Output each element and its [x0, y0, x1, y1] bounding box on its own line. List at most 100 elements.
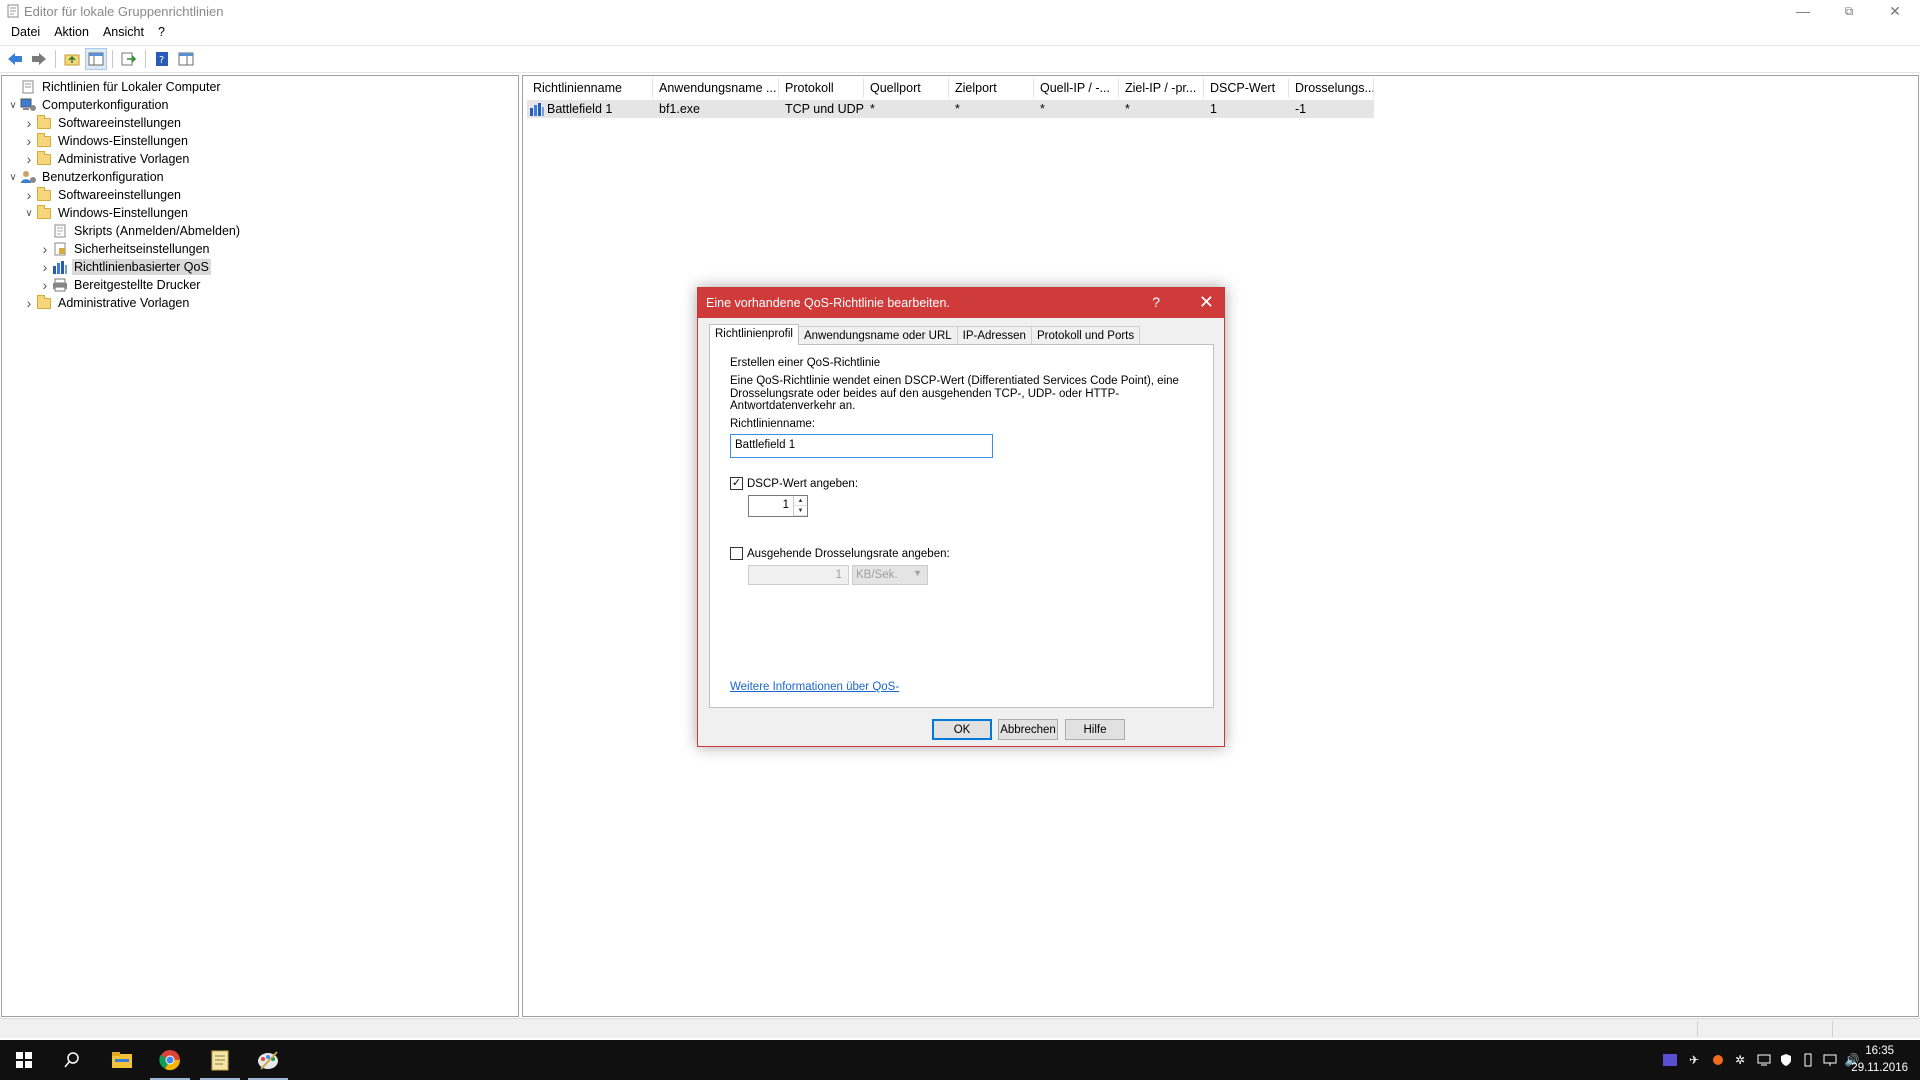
- close-window-button[interactable]: ✕: [1872, 0, 1918, 22]
- throttle-unit: KB/Sek.: [856, 569, 898, 581]
- tray-shield-icon[interactable]: [1778, 1052, 1794, 1068]
- start-button[interactable]: [0, 1040, 48, 1080]
- tray-network-icon[interactable]: [1822, 1052, 1838, 1068]
- taskbar-chrome[interactable]: [146, 1040, 194, 1080]
- tray-origin-icon[interactable]: [1710, 1052, 1726, 1068]
- chevron-right-icon[interactable]: ›: [38, 241, 52, 257]
- tab-richtlinienprofil[interactable]: Richtlinienprofil: [709, 324, 799, 345]
- help-button[interactable]: ?: [151, 48, 173, 70]
- chevron-right-icon[interactable]: ›: [22, 295, 36, 311]
- taskbar-clock[interactable]: 16:35 29.11.2016: [1851, 1043, 1908, 1077]
- tree-item[interactable]: › Sicherheitseinstellungen: [6, 240, 242, 258]
- panel-heading: Erstellen einer QoS-Richtlinie: [730, 357, 881, 369]
- folder-icon: [36, 186, 52, 202]
- tree-item[interactable]: Skripts (Anmelden/Abmelden): [6, 222, 242, 240]
- cell-dest-port: *: [955, 102, 960, 116]
- column-header-app[interactable]: Anwendungsname ...: [653, 78, 779, 98]
- chevron-right-icon[interactable]: ›: [38, 259, 52, 275]
- search-button[interactable]: [48, 1040, 96, 1080]
- status-divider: [1832, 1021, 1833, 1037]
- tree-item[interactable]: ∨ Computerkonfiguration: [6, 96, 242, 114]
- windows-logo-icon: [16, 1052, 32, 1068]
- column-header-dscp[interactable]: DSCP-Wert: [1204, 78, 1289, 98]
- restore-button[interactable]: ⧉: [1826, 0, 1872, 22]
- tab-anwendungsname[interactable]: Anwendungsname oder URL: [797, 326, 958, 345]
- tree-item[interactable]: › Windows-Einstellungen: [6, 132, 242, 150]
- qos-info-link[interactable]: Weitere Informationen über QoS-: [730, 681, 899, 693]
- chevron-right-icon[interactable]: ›: [22, 187, 36, 203]
- up-folder-button[interactable]: [61, 48, 83, 70]
- clock-time: 16:35: [1865, 1045, 1895, 1057]
- search-icon: [64, 1052, 79, 1068]
- minimize-button[interactable]: —: [1780, 0, 1826, 22]
- chevron-down-icon[interactable]: ∨: [6, 98, 20, 112]
- tray-network-monitor-icon[interactable]: [1756, 1052, 1772, 1068]
- tree-item[interactable]: Richtlinien für Lokaler Computer: [6, 78, 242, 96]
- qos-policy-icon: [530, 103, 544, 116]
- tree-item[interactable]: › Bereitgestellte Drucker: [6, 276, 242, 294]
- taskbar-group-policy-editor[interactable]: [196, 1040, 244, 1080]
- menu-ansicht[interactable]: Ansicht: [96, 23, 151, 43]
- column-header-source-ip[interactable]: Quell-IP / -...: [1034, 78, 1119, 98]
- cell-name: Battlefield 1: [547, 102, 613, 116]
- file-explorer-icon: [112, 1052, 132, 1068]
- column-header-dest-ip[interactable]: Ziel-IP / -pr...: [1119, 78, 1204, 98]
- tray-app-icon[interactable]: [1662, 1052, 1678, 1068]
- tree-item[interactable]: ∨ Benutzerkonfiguration: [6, 168, 242, 186]
- spin-down-icon[interactable]: ▼: [794, 506, 807, 516]
- ok-button[interactable]: OK: [932, 719, 992, 740]
- table-row[interactable]: Battlefield 1 bf1.exe TCP und UDP * * * …: [527, 100, 1374, 118]
- chevron-right-icon[interactable]: ›: [22, 115, 36, 131]
- menu-help[interactable]: ?: [151, 23, 172, 43]
- dialog-help-button[interactable]: ?: [1152, 294, 1160, 310]
- tree-item[interactable]: ∨ Windows-Einstellungen: [6, 204, 242, 222]
- menu-bar: Datei Aktion Ansicht ?: [0, 23, 1920, 43]
- export-list-button[interactable]: [118, 48, 140, 70]
- tree-item[interactable]: › Softwareeinstellungen: [6, 114, 242, 132]
- column-header-throttle[interactable]: Drosselungs...: [1289, 78, 1374, 98]
- section-divider: [730, 536, 1212, 537]
- column-header-source-port[interactable]: Quellport: [864, 78, 949, 98]
- show-hide-tree-button[interactable]: [85, 48, 107, 70]
- help-book-icon: ?: [156, 52, 168, 66]
- status-divider: [1697, 1021, 1698, 1037]
- tree-item[interactable]: › Administrative Vorlagen: [6, 294, 242, 312]
- column-header-protocol[interactable]: Protokoll: [779, 78, 864, 98]
- dscp-value-stepper[interactable]: 1 ▲ ▼: [748, 495, 808, 517]
- tab-ip-adressen[interactable]: IP-Adressen: [956, 326, 1032, 345]
- tree-item[interactable]: › Administrative Vorlagen: [6, 150, 242, 168]
- tree-item[interactable]: › Softwareeinstellungen: [6, 186, 242, 204]
- throttle-checkbox[interactable]: [730, 547, 743, 560]
- column-header-dest-port[interactable]: Zielport: [949, 78, 1034, 98]
- policy-name-input[interactable]: Battlefield 1: [730, 434, 993, 458]
- help-dialog-button[interactable]: Hilfe: [1065, 719, 1125, 740]
- tray-usb-icon[interactable]: [1800, 1052, 1816, 1068]
- tray-steam-icon[interactable]: ✲: [1732, 1052, 1748, 1068]
- cell-app: bf1.exe: [659, 102, 701, 116]
- dialog-close-button[interactable]: ✕: [1199, 292, 1214, 313]
- properties-view-button[interactable]: [175, 48, 197, 70]
- tab-protokoll-ports[interactable]: Protokoll und Ports: [1030, 326, 1141, 345]
- column-header-name[interactable]: Richtlinienname: [527, 78, 653, 98]
- dscp-checkbox[interactable]: ✓: [730, 477, 743, 490]
- spin-up-icon[interactable]: ▲: [794, 496, 807, 506]
- app-icon: [6, 4, 20, 18]
- dscp-value: 1: [782, 499, 789, 511]
- tree-item[interactable]: › Richtlinienbasierter QoS: [6, 258, 242, 276]
- taskbar-file-explorer[interactable]: [98, 1040, 146, 1080]
- chevron-right-icon[interactable]: ›: [22, 151, 36, 167]
- tree-item-label: Softwareeinstellungen: [58, 116, 181, 130]
- chevron-down-icon[interactable]: ∨: [6, 170, 20, 184]
- chevron-right-icon[interactable]: ›: [22, 133, 36, 149]
- forward-button[interactable]: [28, 48, 50, 70]
- tray-plane-icon[interactable]: ✈: [1686, 1052, 1702, 1068]
- menu-datei[interactable]: Datei: [4, 23, 47, 43]
- menu-aktion[interactable]: Aktion: [47, 23, 96, 43]
- chevron-down-icon[interactable]: ∨: [22, 206, 36, 220]
- toolbar-separator: [145, 50, 146, 68]
- back-button[interactable]: [4, 48, 26, 70]
- taskbar: ✈ ✲ 🔊 16:35 29.11.2016: [0, 1040, 1920, 1080]
- chevron-right-icon[interactable]: ›: [38, 277, 52, 293]
- taskbar-paint[interactable]: [244, 1040, 292, 1080]
- cancel-button[interactable]: Abbrechen: [998, 719, 1058, 740]
